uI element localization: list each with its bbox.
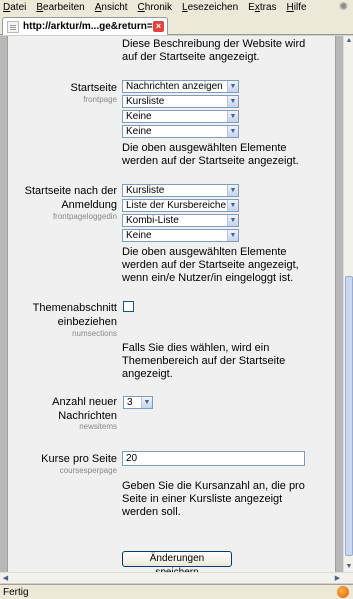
horizontal-scrollbar[interactable]: ◀ ▶ <box>0 572 353 583</box>
desc-line: Die oben ausgewählten Elemente <box>122 246 287 258</box>
frontpageloggedin-sublabel: frontpageloggedin <box>52 212 117 221</box>
menu-ansicht[interactable]: Ansicht <box>95 1 128 15</box>
frontpageloggedin-select-1[interactable]: Kursliste ▼ <box>122 184 239 197</box>
numsections-checkbox[interactable] <box>123 301 134 312</box>
desc-line: Die oben ausgewählten Elemente <box>122 142 287 154</box>
numsections-label: Themenabschnitt einbeziehen <box>7 301 117 329</box>
label-line: Themenabschnitt <box>32 302 117 314</box>
scroll-down-icon[interactable]: ▼ <box>344 562 353 572</box>
firefox-icon <box>337 586 349 598</box>
label-line: Startseite nach der <box>24 185 117 197</box>
browser-tab[interactable]: http://arktur/m...ge&return=site × <box>2 17 168 35</box>
chevron-down-icon: ▼ <box>227 230 238 241</box>
frontpage-sublabel: frontpage <box>83 95 117 104</box>
newsitems-select[interactable]: 3 ▼ <box>123 396 153 409</box>
menu-chronik[interactable]: Chronik <box>138 1 172 15</box>
frontpageloggedin-select-4[interactable]: Keine ▼ <box>122 229 239 242</box>
menu-lesezeichen[interactable]: Lesezeichen <box>182 1 238 15</box>
desc-line: wenn ein/e Nutzer/in eingeloggt ist. <box>122 272 294 284</box>
vertical-scrollbar[interactable]: ▲ ▼ <box>343 36 353 572</box>
coursesperpage-description: Geben Sie die Kursanzahl an, die pro Sei… <box>122 480 305 519</box>
label-line: einbeziehen <box>57 316 117 328</box>
tab-strip: http://arktur/m...ge&return=site × <box>0 15 353 35</box>
coursesperpage-sublabel: coursesperpage <box>59 466 117 475</box>
menu-hilfe[interactable]: Hilfe <box>287 1 307 15</box>
chevron-down-icon: ▼ <box>227 96 238 107</box>
frontpage-select-4[interactable]: Keine ▼ <box>122 125 239 138</box>
chevron-down-icon: ▼ <box>227 126 238 137</box>
chevron-down-icon: ▼ <box>141 397 152 408</box>
menu-bar: Datei Bearbeiten Ansicht Chronik Lesezei… <box>0 0 353 15</box>
numsections-description: Falls Sie dies wählen, wird ein Themenbe… <box>122 342 285 381</box>
coursesperpage-input[interactable]: 20 <box>122 451 305 466</box>
menu-extras[interactable]: Extras <box>248 1 276 15</box>
desc-line: werden auf der Startseite angezeigt. <box>122 155 299 167</box>
site-description-note: Diese Beschreibung der Website wird auf … <box>122 38 305 64</box>
page-icon <box>7 20 19 33</box>
chevron-down-icon: ▼ <box>227 200 238 211</box>
vertical-scroll-thumb[interactable] <box>345 276 353 556</box>
settings-form: Diese Beschreibung der Website wird auf … <box>7 36 336 572</box>
numsections-sublabel: numsections <box>72 329 117 338</box>
menu-datei[interactable]: Datei <box>3 1 26 15</box>
frontpage-label: Startseite <box>70 82 117 94</box>
frontpage-description: Die oben ausgewählten Elemente werden au… <box>122 142 299 168</box>
desc-line: auf der Startseite angezeigt. <box>122 51 260 63</box>
desc-line: Seite in einer Kursliste angezeigt <box>122 493 283 505</box>
frontpageloggedin-description: Die oben ausgewählten Elemente werden au… <box>122 246 299 285</box>
chevron-down-icon: ▼ <box>227 185 238 196</box>
newsitems-label: Anzahl neuer Nachrichten <box>7 395 117 423</box>
tab-title: http://arktur/m...ge&return=site <box>23 21 153 32</box>
label-line: Anmeldung <box>61 199 117 211</box>
frontpageloggedin-label: Startseite nach der Anmeldung <box>7 184 117 212</box>
chevron-down-icon: ▼ <box>227 215 238 226</box>
label-line: Nachrichten <box>58 410 117 422</box>
throbber-icon: ✺ <box>338 1 349 13</box>
frontpageloggedin-select-2[interactable]: Liste der Kursbereiche ▼ <box>122 199 239 212</box>
desc-line: werden soll. <box>122 506 181 518</box>
desc-line: Themenbereich auf der Startseite <box>122 355 286 367</box>
newsitems-sublabel: newsitems <box>79 422 117 431</box>
frontpageloggedin-select-3[interactable]: Kombi-Liste ▼ <box>122 214 239 227</box>
frontpage-select-2[interactable]: Kursliste ▼ <box>122 95 239 108</box>
menu-bearbeiten[interactable]: Bearbeiten <box>36 1 84 15</box>
label-line: Anzahl neuer <box>52 396 117 408</box>
desc-line: Falls Sie dies wählen, wird ein <box>122 342 270 354</box>
status-text: Fertig <box>3 586 29 598</box>
desc-line: Diese Beschreibung der Website wird <box>122 38 306 50</box>
chevron-down-icon: ▼ <box>227 81 238 92</box>
desc-line: angezeigt. <box>122 368 173 380</box>
close-tab-icon[interactable]: × <box>153 21 164 32</box>
save-changes-button[interactable]: Änderungen speichern <box>122 551 232 572</box>
desc-line: Geben Sie die Kursanzahl an, die pro <box>122 480 305 492</box>
scroll-up-icon[interactable]: ▲ <box>344 36 353 46</box>
status-bar: Fertig <box>0 584 353 599</box>
page-viewport: Diese Beschreibung der Website wird auf … <box>0 36 343 572</box>
scroll-right-icon[interactable]: ▶ <box>332 573 343 584</box>
chevron-down-icon: ▼ <box>227 111 238 122</box>
coursesperpage-label: Kurse pro Seite <box>41 453 117 465</box>
desc-line: werden auf der Startseite angezeigt, <box>122 259 299 271</box>
frontpage-select-3[interactable]: Keine ▼ <box>122 110 239 123</box>
scroll-left-icon[interactable]: ◀ <box>0 573 11 584</box>
frontpage-select-1[interactable]: Nachrichten anzeigen ▼ <box>122 80 239 93</box>
